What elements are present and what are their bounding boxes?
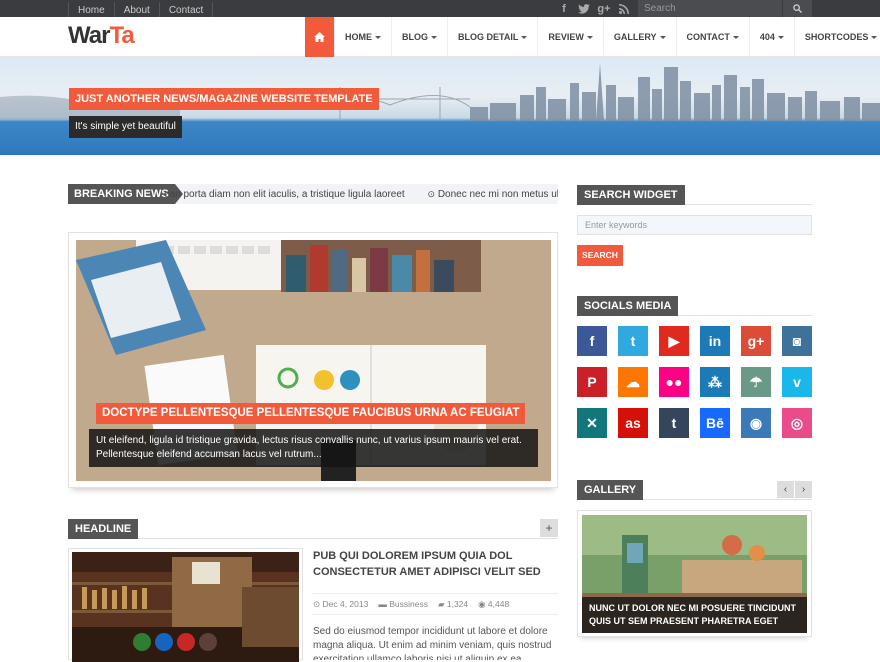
gallery-caption[interactable]: NUNC UT DOLOR NEC MI POSUERE TINCIDUNT Q… <box>582 597 807 633</box>
socials-widget-header: SOCIALS MEDIA <box>577 296 812 316</box>
twitter-icon[interactable] <box>574 0 594 17</box>
search-widget-title: SEARCH WIDGET <box>577 185 685 205</box>
keywords-search-input[interactable]: Enter keywords <box>577 215 812 235</box>
twitter-icon[interactable]: t <box>618 326 648 356</box>
gallery-next-button[interactable]: › <box>795 481 812 498</box>
dribbble-icon[interactable]: ◎ <box>782 408 812 438</box>
nav-gallery[interactable]: GALLERY <box>602 17 676 57</box>
nav-404[interactable]: 404 <box>748 17 794 57</box>
featured-image[interactable]: DOCTYPE PELLENTESQUE PELLENTESQUE FAUCIB… <box>76 240 551 481</box>
pinterest-icon[interactable]: P <box>577 367 607 397</box>
gallery-prev-button[interactable]: ‹ <box>777 481 794 498</box>
comments-icon: ▰ <box>437 599 447 609</box>
chevron-left-icon: ‹ <box>783 484 788 495</box>
social-icons-grid: f t ▶ in g+ ◙ P ☁ ●● ⁂ ☂ v ✕ as t Bē ◉ ◎ <box>577 326 813 438</box>
xing-icon[interactable]: ✕ <box>577 408 607 438</box>
site-logo[interactable]: WarTa <box>68 22 135 50</box>
nav-contact[interactable]: CONTACT <box>675 17 749 57</box>
behance-icon[interactable]: Bē <box>700 408 730 438</box>
nav-review[interactable]: REVIEW <box>537 17 603 57</box>
site-subtagline: It's simple yet beautiful <box>69 116 182 138</box>
headline-section-header: HEADLINE + <box>68 519 558 539</box>
instagram-icon[interactable]: ◙ <box>782 326 812 356</box>
soundcloud-icon[interactable]: ☁ <box>618 367 648 397</box>
rss-icon[interactable] <box>614 0 634 17</box>
headline-post-title[interactable]: PUB QUI DOLOREM IPSUM QUIA DOL CONSECTET… <box>313 548 558 580</box>
flickr-icon[interactable]: ●● <box>659 367 689 397</box>
facebook-icon[interactable]: f <box>554 0 574 17</box>
site-tagline: JUST ANOTHER NEWS/MAGAZINE WEBSITE TEMPL… <box>69 88 379 110</box>
home-icon <box>314 32 325 42</box>
facebook-icon[interactable]: f <box>577 326 607 356</box>
post-date: ⊙ Dec 4, 2013 <box>313 599 369 609</box>
myspace-icon[interactable]: ⁂ <box>700 367 730 397</box>
post-meta: ⊙ Dec 4, 2013 ▬ Bussiness ▰ 1,324 ◉ 4,44… <box>313 593 558 615</box>
nav-blog-detail[interactable]: BLOG DETAIL <box>447 17 537 57</box>
main-nav: HOME BLOG BLOG DETAIL REVIEW GALLERY CON… <box>305 17 880 57</box>
socials-widget-title: SOCIALS MEDIA <box>577 296 679 316</box>
site-header: WarTa HOME BLOG BLOG DETAIL REVIEW GALLE… <box>0 17 880 57</box>
eye-icon: ◉ <box>478 599 488 609</box>
lastfm-icon[interactable]: as <box>618 408 648 438</box>
top-bar: Home About Contact f g+ Search <box>0 0 880 19</box>
search-widget-header: SEARCH WIDGET <box>577 185 812 205</box>
headline-post-image[interactable] <box>68 548 303 662</box>
nav-home[interactable]: HOME <box>334 17 391 57</box>
folder-icon: ▬ <box>378 599 390 609</box>
gallery-widget-title: GALLERY <box>577 480 644 500</box>
search-button[interactable]: SEARCH <box>577 245 623 266</box>
breaking-news-ticker: BREAKING NEWS ean porta diam non elit ia… <box>68 184 558 204</box>
headline-label: HEADLINE <box>68 519 139 539</box>
chevron-right-icon: › <box>801 484 806 495</box>
nav-blog[interactable]: BLOG <box>391 17 447 57</box>
post-views: ◉ 4,448 <box>478 599 510 609</box>
breaking-news-text[interactable]: ean porta diam non elit iaculis, a trist… <box>164 184 558 205</box>
top-search-button[interactable] <box>782 0 812 17</box>
post-excerpt: Sed do eiusmod tempor incididunt ut labo… <box>313 626 552 660</box>
nav-home-icon-button[interactable] <box>305 17 334 57</box>
top-social-links: f g+ Search <box>554 0 812 17</box>
featured-post: DOCTYPE PELLENTESQUE PELLENTESQUE FAUCIB… <box>68 232 558 488</box>
top-search-input[interactable]: Search <box>638 0 782 17</box>
nav-shortcodes[interactable]: SHORTCODES <box>793 17 880 57</box>
expand-plus-button[interactable]: + <box>540 519 558 537</box>
youtube-icon[interactable]: ▶ <box>659 326 689 356</box>
google-plus-icon[interactable]: g+ <box>741 326 771 356</box>
breaking-news-label: BREAKING NEWS <box>68 184 183 204</box>
google-plus-icon[interactable]: g+ <box>594 0 614 17</box>
linkedin-icon[interactable]: in <box>700 326 730 356</box>
search-icon <box>793 4 802 13</box>
post-category[interactable]: ▬ Bussiness <box>378 594 428 614</box>
delicious-icon[interactable]: ☂ <box>741 367 771 397</box>
featured-title[interactable]: DOCTYPE PELLENTESQUE PELLENTESQUE FAUCIB… <box>96 403 526 424</box>
gallery-slide[interactable]: NUNC UT DOLOR NEC MI POSUERE TINCIDUNT Q… <box>577 510 812 637</box>
tumblr-icon[interactable]: t <box>659 408 689 438</box>
vimeo-icon[interactable]: v <box>782 367 812 397</box>
github-icon[interactable]: ◉ <box>741 408 771 438</box>
clock-icon: ⊙ <box>427 189 436 199</box>
post-comments[interactable]: ▰ 1,324 <box>438 594 468 614</box>
featured-description: Ut eleifend, ligula id tristique gravida… <box>89 429 538 467</box>
gallery-image: NUNC UT DOLOR NEC MI POSUERE TINCIDUNT Q… <box>582 515 807 633</box>
